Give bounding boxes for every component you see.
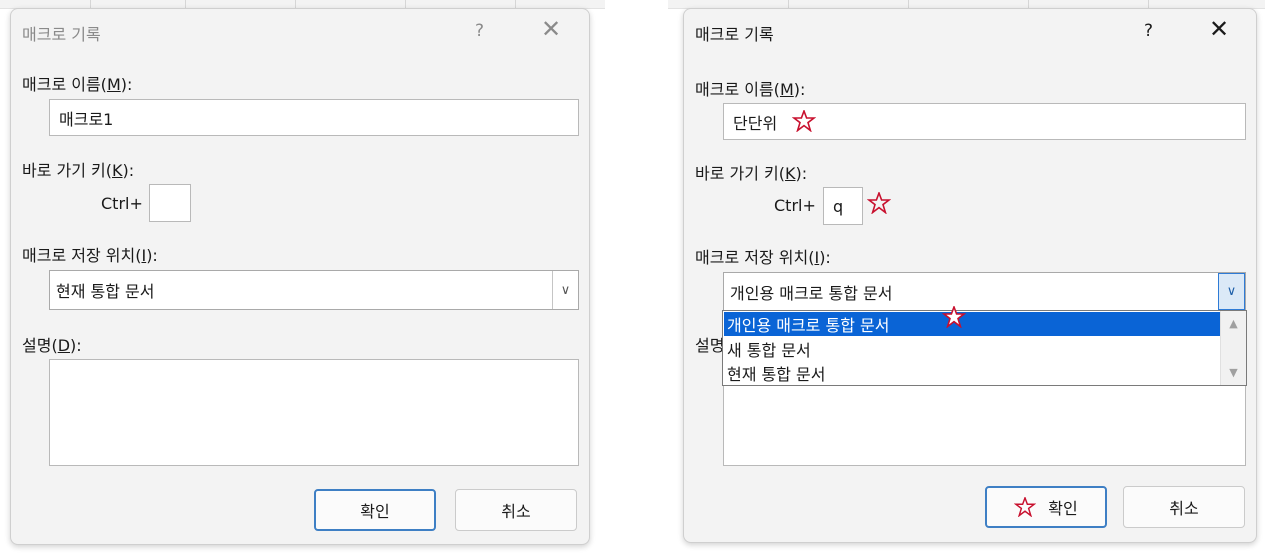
shortcut-key-input[interactable] [149,184,191,222]
ok-button[interactable]: 확인 [314,489,436,531]
title-bar: 매크로 기록 ? ✕ [11,9,589,55]
scroll-up-arrow-icon[interactable]: ▲ [1221,317,1246,330]
star-annotation-icon [1014,497,1037,517]
macro-name-value: 단단위 [733,113,778,133]
description-label: 설명 [695,336,725,355]
help-button[interactable]: ? [475,21,484,41]
chevron-down-icon[interactable]: ∨ [552,271,578,309]
store-location-value: 현재 통합 문서 [56,282,155,301]
dialog-title: 매크로 기록 [695,25,774,44]
dropdown-option[interactable]: 현재 통합 문서 [724,361,1220,385]
ok-button[interactable]: 확인 [985,486,1107,528]
store-location-label: 매크로 저장 위치(I): [22,246,158,265]
close-button[interactable]: ✕ [541,16,561,42]
shortcut-key-label: 바로 가기 키(K): [695,164,808,183]
store-location-dropdown: 개인용 매크로 통합 문서 새 통합 문서 현재 통합 문서 ▲ ▼ [722,310,1247,386]
dropdown-scrollbar[interactable]: ▲ ▼ [1220,311,1246,385]
star-annotation-icon [942,306,966,328]
store-location-select[interactable]: 현재 통합 문서 ∨ [49,270,579,310]
dialog-title: 매크로 기록 [22,25,101,44]
macro-name-input[interactable]: 매크로1 [49,99,579,136]
title-bar: 매크로 기록 ? ✕ [684,9,1256,55]
cancel-button[interactable]: 취소 [455,489,577,531]
star-annotation-icon [867,192,891,214]
close-button[interactable]: ✕ [1209,16,1229,42]
macro-name-label: 매크로 이름(M): [695,80,806,99]
store-location-label: 매크로 저장 위치(I): [695,248,831,267]
macro-name-label: 매크로 이름(M): [22,75,133,94]
ctrl-label: Ctrl+ [774,196,816,215]
shortcut-key-value: q [833,196,844,216]
record-macro-dialog-left: 매크로 기록 ? ✕ 매크로 이름(M): 매크로1 바로 가기 키(K): C… [10,8,590,545]
ok-button-label: 확인 [1048,499,1078,518]
record-macro-dialog-right: 매크로 기록 ? ✕ 매크로 이름(M): 단단위 바로 가기 키(K): Ct… [683,8,1257,543]
scroll-down-arrow-icon[interactable]: ▼ [1221,366,1246,379]
macro-name-value: 매크로1 [59,109,114,129]
shortcut-key-input[interactable]: q [823,187,863,225]
dropdown-option[interactable]: 새 통합 문서 [724,337,1220,361]
ctrl-label: Ctrl+ [101,194,143,213]
description-input[interactable] [49,359,579,466]
store-location-select[interactable]: 개인용 매크로 통합 문서 ∨ [723,272,1246,311]
cancel-button[interactable]: 취소 [1123,486,1245,528]
chevron-down-icon[interactable]: ∨ [1218,273,1245,310]
description-label: 설명(D): [22,336,82,355]
shortcut-key-label: 바로 가기 키(K): [22,161,135,180]
star-annotation-icon [792,110,816,132]
dropdown-option[interactable]: 개인용 매크로 통합 문서 [724,312,1220,336]
help-button[interactable]: ? [1144,21,1153,41]
store-location-value: 개인용 매크로 통합 문서 [730,283,893,303]
